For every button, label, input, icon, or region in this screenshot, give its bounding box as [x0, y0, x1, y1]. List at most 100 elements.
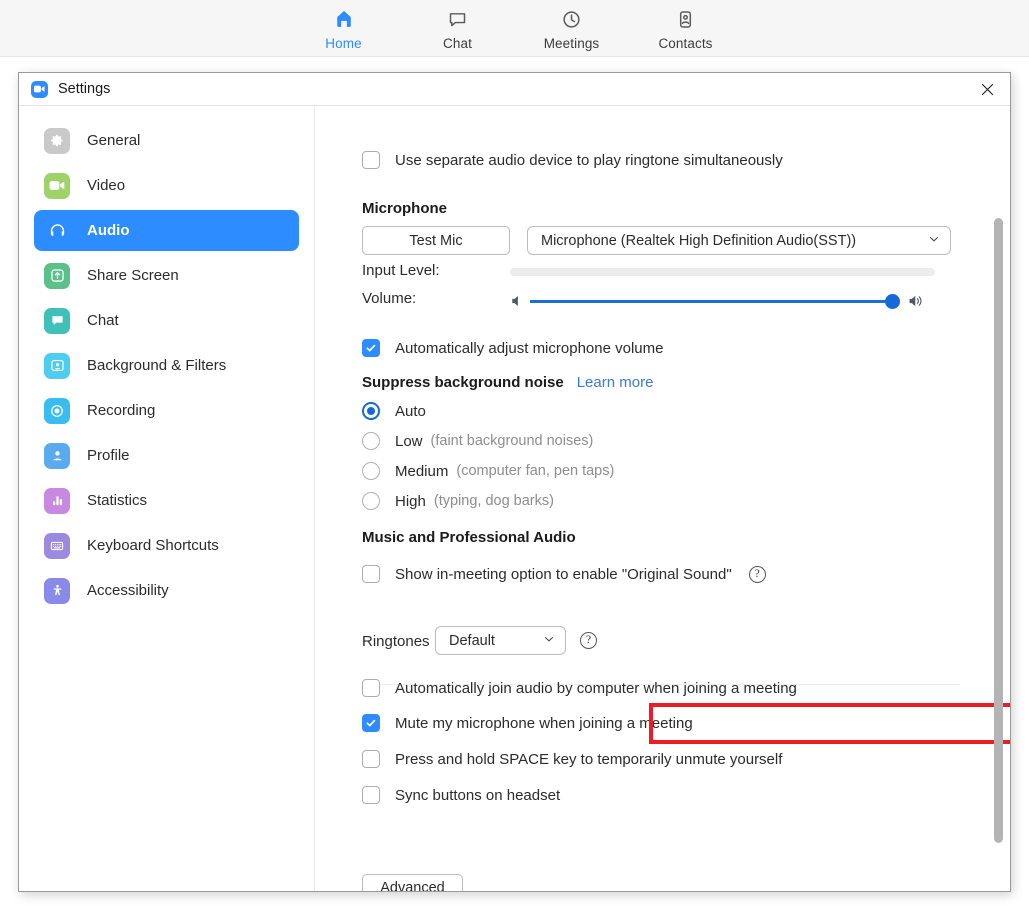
sync-headset-buttons-row[interactable]: Sync buttons on headset [362, 786, 560, 804]
nav-tab-meetings-label: Meetings [544, 36, 600, 51]
mute-mic-on-join-checkbox[interactable] [362, 714, 380, 732]
sidebar-item-video-label: Video [87, 177, 125, 194]
noise-option-high[interactable]: High (typing, dog barks) [362, 492, 554, 510]
sidebar-item-recording[interactable]: Recording [34, 390, 299, 431]
settings-sidebar: General Video Audio Share Screen [19, 106, 315, 892]
sidebar-item-share-screen-label: Share Screen [87, 267, 179, 284]
accessibility-icon [44, 578, 70, 604]
chevron-down-icon [543, 633, 555, 649]
noise-option-low[interactable]: Low (faint background noises) [362, 432, 593, 450]
noise-option-medium-label: Medium [395, 463, 448, 480]
noise-option-low-label: Low [395, 433, 423, 450]
noise-option-auto-label: Auto [395, 403, 426, 420]
mute-mic-highlight-annotation [649, 703, 1010, 744]
nav-tab-contacts-label: Contacts [658, 36, 712, 51]
input-level-label: Input Level: [362, 262, 440, 279]
noise-option-high-hint: (typing, dog barks) [434, 493, 554, 509]
push-to-talk-checkbox[interactable] [362, 750, 380, 768]
noise-option-medium-hint: (computer fan, pen taps) [456, 463, 614, 479]
input-level-meter [510, 268, 935, 276]
separate-ringtone-device-row[interactable]: Use separate audio device to play ringto… [362, 151, 783, 169]
record-circle-icon [44, 398, 70, 424]
sidebar-item-statistics[interactable]: Statistics [34, 480, 299, 521]
content-scrollbar-thumb[interactable] [994, 218, 1003, 843]
sidebar-item-profile-label: Profile [87, 447, 130, 464]
sidebar-item-audio[interactable]: Audio [34, 210, 299, 251]
sidebar-item-profile[interactable]: Profile [34, 435, 299, 476]
auto-join-audio-row[interactable]: Automatically join audio by computer whe… [362, 679, 797, 697]
mute-mic-on-join-row[interactable]: Mute my microphone when joining a meetin… [362, 714, 693, 732]
push-to-talk-row[interactable]: Press and hold SPACE key to temporarily … [362, 750, 782, 768]
close-icon[interactable] [964, 73, 1010, 105]
headset-icon [44, 218, 70, 244]
music-audio-heading: Music and Professional Audio [362, 529, 576, 546]
app-navigation-bar: Home Chat Meetings Contacts [0, 0, 1029, 57]
sidebar-item-background-filters-label: Background & Filters [87, 357, 226, 374]
separate-ringtone-device-checkbox[interactable] [362, 151, 380, 169]
noise-option-auto-radio[interactable] [362, 402, 380, 420]
nav-tab-home-label: Home [325, 36, 361, 51]
chat-bubble-icon [447, 6, 468, 32]
sync-headset-buttons-checkbox[interactable] [362, 786, 380, 804]
nav-tab-home[interactable]: Home [310, 6, 378, 51]
volume-slider-thumb[interactable] [885, 294, 900, 309]
sidebar-item-chat-label: Chat [87, 312, 119, 329]
original-sound-checkbox[interactable] [362, 565, 380, 583]
noise-option-high-radio[interactable] [362, 492, 380, 510]
auto-adjust-mic-volume-row[interactable]: Automatically adjust microphone volume [362, 339, 663, 357]
bar-chart-icon [44, 488, 70, 514]
noise-option-low-hint: (faint background noises) [431, 433, 594, 449]
sync-headset-buttons-label: Sync buttons on headset [395, 787, 560, 804]
advanced-button[interactable]: Advanced [362, 874, 463, 892]
sidebar-item-chat[interactable]: Chat [34, 300, 299, 341]
sidebar-item-accessibility[interactable]: Accessibility [34, 570, 299, 611]
learn-more-link[interactable]: Learn more [577, 374, 654, 391]
keyboard-icon [44, 533, 70, 559]
sidebar-item-video[interactable]: Video [34, 165, 299, 206]
push-to-talk-label: Press and hold SPACE key to temporarily … [395, 751, 782, 768]
test-mic-button[interactable]: Test Mic [362, 226, 510, 255]
settings-title-bar: Settings [19, 73, 1010, 106]
chevron-down-icon [928, 233, 940, 249]
audio-settings-panel: Use separate audio device to play ringto… [315, 106, 1010, 892]
auto-adjust-mic-volume-checkbox[interactable] [362, 339, 380, 357]
ringtones-select[interactable]: Default [435, 626, 566, 655]
sidebar-item-keyboard-shortcuts[interactable]: Keyboard Shortcuts [34, 525, 299, 566]
microphone-device-value: Microphone (Realtek High Definition Audi… [541, 233, 928, 249]
sidebar-item-background-filters[interactable]: Background & Filters [34, 345, 299, 386]
sidebar-item-general-label: General [87, 132, 140, 149]
volume-low-icon [510, 294, 524, 313]
gear-icon [44, 128, 70, 154]
nav-tab-chat[interactable]: Chat [424, 6, 492, 51]
ringtones-label: Ringtones [362, 633, 430, 650]
noise-option-high-label: High [395, 493, 426, 510]
sidebar-item-audio-label: Audio [87, 222, 130, 239]
noise-option-auto[interactable]: Auto [362, 402, 426, 420]
zoom-app-icon [31, 81, 48, 98]
sidebar-item-general[interactable]: General [34, 120, 299, 161]
volume-label: Volume: [362, 290, 416, 307]
sidebar-item-share-screen[interactable]: Share Screen [34, 255, 299, 296]
sidebar-item-keyboard-shortcuts-label: Keyboard Shortcuts [87, 537, 219, 554]
noise-option-medium-radio[interactable] [362, 462, 380, 480]
suppress-noise-heading-row: Suppress background noise Learn more [362, 374, 653, 391]
original-sound-row[interactable]: Show in-meeting option to enable "Origin… [362, 565, 766, 583]
ringtones-help-icon[interactable]: ? [580, 632, 597, 649]
settings-title: Settings [58, 81, 110, 97]
auto-join-audio-checkbox[interactable] [362, 679, 380, 697]
separate-ringtone-device-label: Use separate audio device to play ringto… [395, 152, 783, 169]
nav-tab-contacts[interactable]: Contacts [652, 6, 720, 51]
volume-slider-track[interactable] [530, 300, 895, 303]
sidebar-item-statistics-label: Statistics [87, 492, 147, 509]
noise-option-medium[interactable]: Medium (computer fan, pen taps) [362, 462, 614, 480]
clock-icon [561, 6, 582, 32]
suppress-noise-heading: Suppress background noise [362, 374, 564, 391]
sidebar-item-accessibility-label: Accessibility [87, 582, 169, 599]
home-icon [333, 6, 355, 32]
microphone-device-select[interactable]: Microphone (Realtek High Definition Audi… [527, 226, 951, 255]
settings-window: Settings General Video [18, 72, 1011, 892]
microphone-section-heading: Microphone [362, 200, 447, 217]
nav-tab-meetings[interactable]: Meetings [538, 6, 606, 51]
original-sound-help-icon[interactable]: ? [749, 566, 766, 583]
noise-option-low-radio[interactable] [362, 432, 380, 450]
